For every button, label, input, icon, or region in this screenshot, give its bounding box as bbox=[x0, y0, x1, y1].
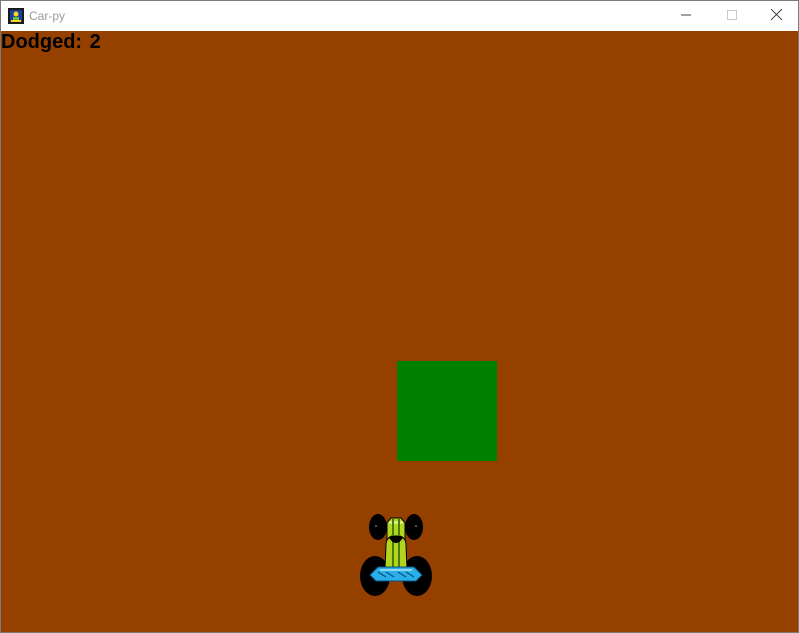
close-button[interactable] bbox=[753, 1, 799, 31]
app-window: Car-py Dodged: 2 bbox=[0, 0, 799, 633]
close-icon bbox=[770, 7, 782, 25]
minimize-button[interactable] bbox=[663, 1, 709, 31]
racing-car-icon bbox=[360, 514, 432, 596]
player-car bbox=[356, 509, 436, 597]
maximize-button[interactable] bbox=[709, 1, 755, 31]
score-label: Dodged: bbox=[1, 31, 83, 53]
score-display: Dodged: 2 bbox=[1, 31, 101, 53]
minimize-icon bbox=[681, 7, 691, 25]
title-bar[interactable]: Car-py bbox=[1, 1, 798, 31]
obstacle-block bbox=[397, 361, 497, 461]
window-title: Car-py bbox=[29, 9, 66, 23]
app-icon bbox=[8, 8, 24, 24]
score-value: 2 bbox=[89, 31, 101, 53]
maximize-icon bbox=[727, 7, 737, 25]
game-canvas[interactable]: Dodged: 2 bbox=[1, 31, 798, 632]
